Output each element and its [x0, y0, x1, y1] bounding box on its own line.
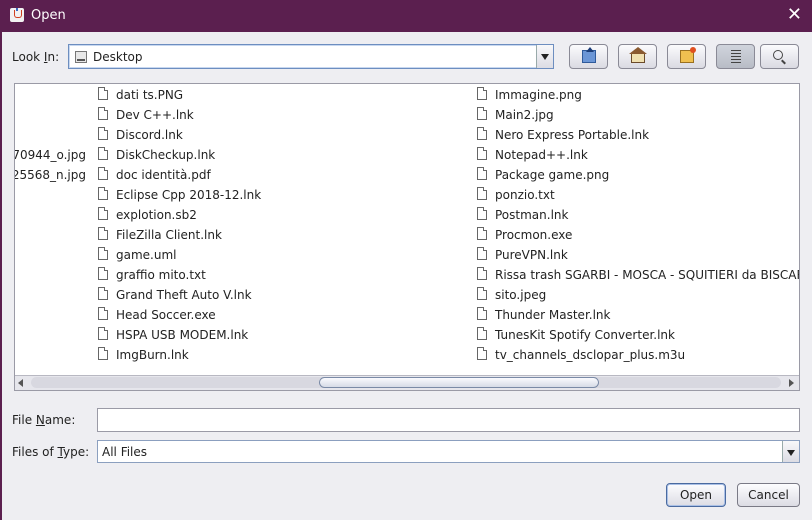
file-icon: [98, 327, 108, 340]
file-icon: [477, 227, 487, 240]
file-icon: [98, 347, 108, 360]
file-icon: [98, 147, 108, 160]
up-one-level-icon: [582, 47, 596, 63]
file-name: TunesKit Spotify Converter.lnk: [495, 328, 675, 342]
file-name: Rissa trash SGARBI - MOSCA - SQUITIERI d…: [495, 268, 800, 282]
file-icon: [477, 207, 487, 220]
up-one-level-button[interactable]: [569, 44, 608, 69]
file-name: Notepad++.lnk: [495, 148, 588, 162]
home-button[interactable]: [618, 44, 657, 69]
file-name: sito.jpeg: [495, 288, 547, 302]
file-icon: [477, 327, 487, 340]
scroll-track[interactable]: [31, 377, 781, 388]
file-icon: [477, 287, 487, 300]
file-name: Package game.png: [495, 168, 610, 182]
file-type-value: All Files: [102, 445, 148, 459]
file-icon: [98, 267, 108, 280]
file-name: explotion.sb2: [116, 208, 197, 222]
chevron-down-icon[interactable]: [536, 45, 553, 68]
home-icon: [629, 47, 647, 63]
file-item-clipped[interactable]: 70944_o.jpg: [15, 145, 86, 165]
title-bar: Open ✕: [0, 0, 812, 32]
file-icon: [477, 267, 487, 280]
horizontal-scrollbar[interactable]: [15, 375, 799, 390]
file-icon: [477, 87, 487, 100]
cancel-button[interactable]: Cancel: [737, 483, 800, 507]
file-name: HSPA USB MODEM.lnk: [116, 328, 249, 342]
file-name: Nero Express Portable.lnk: [495, 128, 650, 142]
close-icon[interactable]: ✕: [787, 4, 802, 25]
file-name: Head Soccer.exe: [116, 308, 216, 322]
file-name: Dev C++.lnk: [116, 108, 194, 122]
file-name: DiskCheckup.lnk: [116, 148, 216, 162]
file-name: FileZilla Client.lnk: [116, 228, 222, 242]
file-icon: [98, 287, 108, 300]
window-edge: [0, 32, 2, 520]
file-icon: [477, 187, 487, 200]
file-name: PureVPN.lnk: [495, 248, 568, 262]
file-name: Grand Theft Auto V.lnk: [116, 288, 252, 302]
file-icon: [477, 307, 487, 320]
file-icon: [477, 347, 487, 360]
file-name: Main2.jpg: [495, 108, 554, 122]
file-name: game.uml: [116, 248, 177, 262]
scroll-right-icon[interactable]: [785, 376, 797, 389]
java-app-icon: [10, 8, 24, 22]
look-in-label: Look In:: [12, 50, 60, 64]
file-icon: [477, 247, 487, 260]
details-view-icon: [773, 50, 783, 60]
file-icon: [98, 307, 108, 320]
file-name: dati ts.PNG: [116, 88, 184, 102]
list-view-button[interactable]: [716, 44, 755, 69]
file-name: Thunder Master.lnk: [495, 308, 611, 322]
file-item-clipped[interactable]: 325568_n.jpg: [15, 165, 86, 185]
file-icon: [98, 87, 108, 100]
file-icon: [98, 167, 108, 180]
file-name: doc identità.pdf: [116, 168, 211, 182]
window-title: Open: [31, 8, 66, 23]
file-icon: [98, 107, 108, 120]
details-view-button[interactable]: [760, 44, 799, 69]
file-icon: [477, 147, 487, 160]
scroll-thumb[interactable]: [319, 377, 599, 388]
file-name: Eclipse Cpp 2018-12.lnk: [116, 188, 262, 202]
open-button[interactable]: Open: [666, 483, 726, 507]
file-name: Immagine.png: [495, 88, 582, 102]
look-in-combo[interactable]: Desktop: [68, 44, 554, 69]
file-name-input[interactable]: [97, 408, 800, 432]
file-name-label: File Name:: [12, 413, 76, 427]
file-icon: [98, 207, 108, 220]
file-icon: [98, 187, 108, 200]
file-name: graffio mito.txt: [116, 268, 206, 282]
drive-icon: [75, 51, 87, 63]
list-view-icon: [731, 50, 741, 63]
file-name: Discord.lnk: [116, 128, 183, 142]
file-name: Procmon.exe: [495, 228, 573, 242]
file-icon: [477, 127, 487, 140]
file-list[interactable]: dati ts.PNG Dev C++.lnk Discord.lnk DiskChe…: [14, 83, 800, 391]
new-folder-icon: [680, 47, 696, 63]
file-icon: [98, 247, 108, 260]
file-name: tv_channels_dsclopar_plus.m3u: [495, 348, 686, 362]
file-icon: [477, 167, 487, 180]
file-type-label: Files of Type:: [12, 445, 90, 459]
new-folder-button[interactable]: [667, 44, 706, 69]
chevron-down-icon[interactable]: [782, 441, 799, 462]
file-name: ponzio.txt: [495, 188, 555, 202]
file-icon: [98, 127, 108, 140]
file-icon: [477, 107, 487, 120]
scroll-left-icon[interactable]: [15, 376, 27, 389]
look-in-value: Desktop: [93, 50, 143, 64]
file-name: Postman.lnk: [495, 208, 569, 222]
file-name: ImgBurn.lnk: [116, 348, 189, 362]
file-type-combo[interactable]: All Files: [97, 440, 800, 463]
file-icon: [98, 227, 108, 240]
